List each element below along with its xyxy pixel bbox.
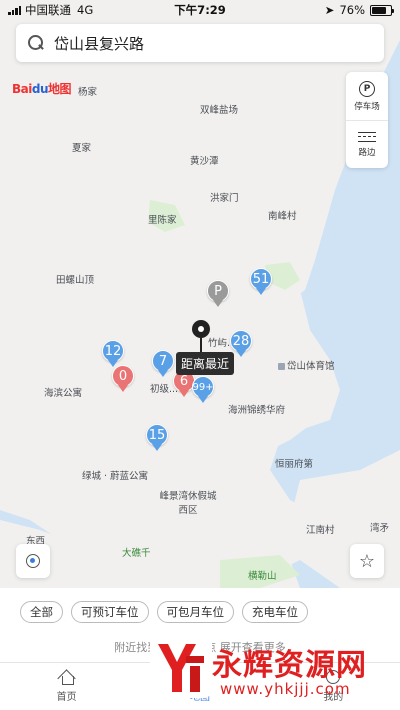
filter-reservable[interactable]: 可预订车位: [71, 601, 149, 623]
marker-count: 99+: [192, 376, 214, 398]
locate-button[interactable]: [16, 544, 50, 578]
map-label: 恒丽府第: [275, 459, 314, 470]
marker-count: 12: [102, 340, 124, 362]
map-label: 里陈家: [148, 215, 177, 226]
map-controls: P 停车场 路边: [346, 72, 388, 168]
map-label: 湾矛: [370, 523, 390, 534]
map-label: 海滨公寓: [44, 388, 83, 399]
parking-marker[interactable]: 12: [102, 340, 124, 368]
parking-marker[interactable]: 51: [250, 268, 272, 296]
marker-count: 0: [112, 365, 134, 387]
roadside-filter-button[interactable]: 路边: [346, 120, 388, 168]
map-label: 夏家: [72, 143, 92, 154]
map-label: 黄沙潭: [190, 156, 219, 167]
tab-home[interactable]: 首页: [0, 663, 133, 710]
parking-filter-button[interactable]: P 停车场: [346, 72, 388, 120]
parking-marker[interactable]: 15: [146, 424, 168, 452]
filter-all[interactable]: 全部: [20, 601, 63, 623]
road-icon: [358, 131, 376, 142]
map-label: 双峰盐场: [200, 105, 239, 116]
map-label: 南峰村: [268, 211, 297, 222]
battery-icon: [370, 4, 394, 16]
map-label: 田螺山顶: [56, 275, 95, 286]
marker-count: 51: [250, 268, 272, 290]
parking-label: 停车场: [354, 101, 380, 112]
marker-count: 7: [152, 350, 174, 372]
map-label: 岱山体育馆: [278, 358, 335, 372]
network-type: 4G: [77, 3, 94, 17]
search-text: 岱山县复兴路: [54, 34, 145, 53]
poi-icon: [278, 363, 285, 370]
watermark-title: 永辉资源网: [212, 648, 367, 683]
location-arrow-icon: ➤: [324, 3, 335, 17]
map-label: 横勒山: [248, 571, 277, 582]
parking-marker[interactable]: P: [207, 280, 229, 308]
map-label: 杨家: [78, 87, 98, 98]
marker-count: 28: [230, 330, 252, 352]
map-label: 江南村: [306, 525, 335, 536]
signal-icon: [8, 5, 21, 15]
map-label: 洪家门: [210, 193, 239, 204]
marker-count: 15: [146, 424, 168, 446]
parking-marker[interactable]: 0: [112, 365, 134, 393]
watermark: 永辉资源网 www.yhkjjj.com: [150, 632, 382, 710]
search-icon: [28, 35, 44, 51]
locate-icon: [26, 554, 40, 568]
parking-marker[interactable]: 99+: [192, 376, 214, 404]
filter-charging[interactable]: 充电车位: [242, 601, 308, 623]
home-icon: [59, 670, 75, 685]
tab-label: 首页: [56, 692, 77, 703]
carrier-name: 中国联通: [25, 3, 71, 17]
parking-marker[interactable]: 7: [152, 350, 174, 378]
map-label: 绿城 · 蔚蓝公寓: [82, 471, 149, 482]
filter-chips: 全部 可预订车位 可包月车位 充电车位: [0, 590, 400, 634]
watermark-url: www.yhkjjj.com: [220, 680, 351, 698]
watermark-logo: [150, 636, 212, 698]
parking-icon: P: [359, 80, 375, 97]
map-label: 峰景湾休假城西区: [159, 491, 217, 516]
marker-count: P: [207, 280, 229, 302]
filter-monthly[interactable]: 可包月车位: [156, 601, 234, 623]
search-bar[interactable]: 岱山县复兴路: [16, 24, 384, 62]
poi-label: 岱山体育馆: [287, 361, 335, 372]
map-label: 海洲锦绣华府: [228, 405, 286, 416]
nearest-tag[interactable]: 距离最近: [176, 352, 235, 375]
star-icon: ☆: [358, 550, 376, 572]
map-label: 大礁千: [122, 548, 151, 559]
battery-percent: 76%: [339, 3, 365, 17]
favorite-button[interactable]: ☆: [350, 544, 384, 578]
road-label: 路边: [358, 147, 376, 158]
status-bar: 中国联通 4G 下午7:29 ➤ 76%: [0, 0, 400, 20]
baidu-map-logo: Baidu地图: [12, 82, 72, 96]
